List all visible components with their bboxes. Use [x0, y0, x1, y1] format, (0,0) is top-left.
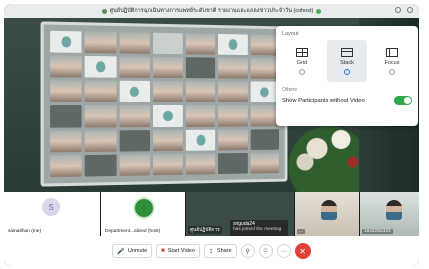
participant-name: ...	[297, 229, 305, 234]
layout-option-grid[interactable]: Grid	[282, 40, 322, 82]
participant-strip: S sainaithan (me) Department...alized (h…	[4, 192, 419, 236]
participant-tile[interactable]: ...	[295, 192, 359, 236]
participants-button[interactable]: ⚲	[240, 244, 255, 258]
participant-tile[interactable]: Department...alized (host)	[101, 192, 185, 236]
participant-tile[interactable]: 1842282423	[360, 192, 419, 236]
title-bar: ศูนย์ปฏิบัติการฉุกเฉินทางการแพทย์ระดับชา…	[4, 4, 419, 18]
join-notification: sriguda24 has joined the meeting	[230, 220, 288, 236]
layout-radio-focus[interactable]	[389, 68, 395, 75]
participant-tile[interactable]: S sainaithan (me)	[4, 192, 100, 236]
share-label: Share	[216, 248, 232, 254]
layout-radio-stack[interactable]	[344, 68, 350, 75]
meeting-title: ศูนย์ปฏิบัติการฉุกเฉินทางการแพทย์ระดับชา…	[101, 7, 322, 15]
more-icon: ⋯	[280, 248, 287, 255]
show-participants-row: Show Participants without Video	[282, 96, 412, 105]
participant-name: Department...alized (host)	[105, 229, 161, 234]
layout-option-focus[interactable]: Focus	[372, 40, 412, 82]
avatar: S	[42, 198, 60, 216]
participant-video	[321, 200, 337, 220]
people-icon: ⚲	[245, 248, 250, 255]
meeting-title-text: ศูนย์ปฏิบัติการฉุกเฉินทางการแพทย์ระดับชา…	[109, 8, 314, 14]
layout-section-title: Layout	[282, 31, 299, 37]
participant-name: 1842282423	[362, 229, 393, 234]
participants-icon[interactable]	[395, 7, 401, 13]
stack-layout-icon	[341, 47, 353, 57]
layout-radio-grid[interactable]	[299, 68, 305, 75]
close-icon: ✕	[299, 246, 306, 256]
fullscreen-icon[interactable]	[407, 7, 413, 13]
show-participants-label: Show Participants without Video	[282, 97, 365, 104]
smiley-icon: ☺	[262, 248, 269, 254]
layout-options: Grid Stack Focus	[282, 40, 412, 82]
participant-name: sainaithan (me)	[8, 229, 42, 234]
shield-icon	[101, 8, 107, 14]
layout-option-stack[interactable]: Stack	[327, 40, 367, 82]
join-notification-text: has joined the meeting	[233, 227, 282, 232]
participant-video	[386, 200, 402, 220]
projected-video-grid	[40, 21, 288, 187]
share-icon: ⇪	[208, 248, 214, 255]
reactions-button[interactable]: ☺	[258, 244, 273, 258]
layout-option-label: Stack	[340, 59, 354, 66]
unmute-label: Unmute	[127, 248, 148, 254]
others-section-title: Others	[282, 87, 298, 93]
title-bar-controls	[395, 7, 413, 13]
show-participants-toggle[interactable]	[394, 96, 412, 105]
leave-button[interactable]: ✕	[294, 243, 311, 259]
ministry-logo	[133, 197, 155, 219]
layout-option-label: Grid	[296, 59, 308, 66]
meeting-toolbar: 🎤 Unmute ■ Start Video ⇪ Share ⚲ ☺ ⋯ ✕	[4, 236, 419, 266]
unmute-button[interactable]: 🎤 Unmute	[112, 244, 153, 258]
share-button[interactable]: ⇪ Share	[203, 244, 237, 258]
security-check-icon	[316, 8, 322, 14]
start-video-label: Start Video	[167, 248, 195, 254]
video-off-icon: ■	[161, 248, 165, 254]
meeting-window: ศูนย์ปฏิบัติการฉุกเฉินทางการแพทย์ระดับชา…	[4, 4, 419, 266]
participant-name: ศูนย์ปฏิบัติการ	[188, 226, 222, 234]
microphone-muted-icon: 🎤	[117, 248, 125, 255]
start-video-button[interactable]: ■ Start Video	[156, 244, 200, 258]
layout-popover: Layout Grid Stack Focus Others Show Part…	[276, 26, 418, 126]
focus-layout-icon	[386, 47, 398, 57]
layout-option-label: Focus	[384, 59, 400, 66]
more-button[interactable]: ⋯	[276, 244, 291, 258]
grid-layout-icon	[296, 47, 308, 57]
